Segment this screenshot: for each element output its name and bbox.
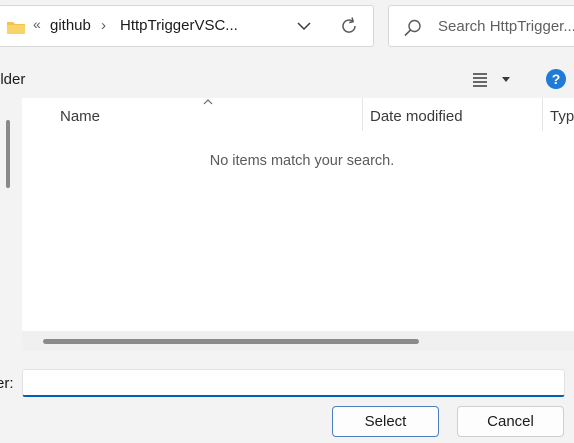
breadcrumb-overflow-button[interactable]: « [33,16,41,32]
sort-ascending-icon [203,99,213,105]
cancel-button[interactable]: Cancel [457,406,564,437]
view-list-icon[interactable] [472,72,488,88]
select-button[interactable]: Select [332,406,439,437]
chevron-down-icon[interactable] [296,20,312,32]
refresh-icon[interactable] [339,16,359,36]
filename-label: er: [0,375,14,392]
help-icon[interactable]: ? [545,68,567,90]
column-divider[interactable] [542,98,543,131]
file-list[interactable] [22,98,574,351]
column-header-date-modified[interactable]: Date modified [370,108,463,125]
caret-down-icon[interactable] [501,76,511,84]
new-folder-button[interactable]: older [0,71,25,88]
empty-results-message: No items match your search. [209,153,395,169]
column-header-type[interactable]: Typ [550,108,574,125]
breadcrumb-item-github[interactable]: github [50,17,91,34]
navigation-pane-scrollbar[interactable] [6,120,10,188]
column-header-name[interactable]: Name [60,108,100,125]
breadcrumb-separator-icon[interactable]: › [101,17,106,34]
column-divider[interactable] [362,98,363,131]
horizontal-scrollbar-thumb[interactable] [43,339,419,344]
breadcrumb-item-current[interactable]: HttpTriggerVSC... [120,17,238,34]
svg-text:?: ? [552,71,561,87]
filename-input[interactable] [22,369,565,397]
search-icon [404,19,421,37]
search-input[interactable]: Search HttpTrigger... [438,18,574,35]
folder-icon [7,22,25,34]
